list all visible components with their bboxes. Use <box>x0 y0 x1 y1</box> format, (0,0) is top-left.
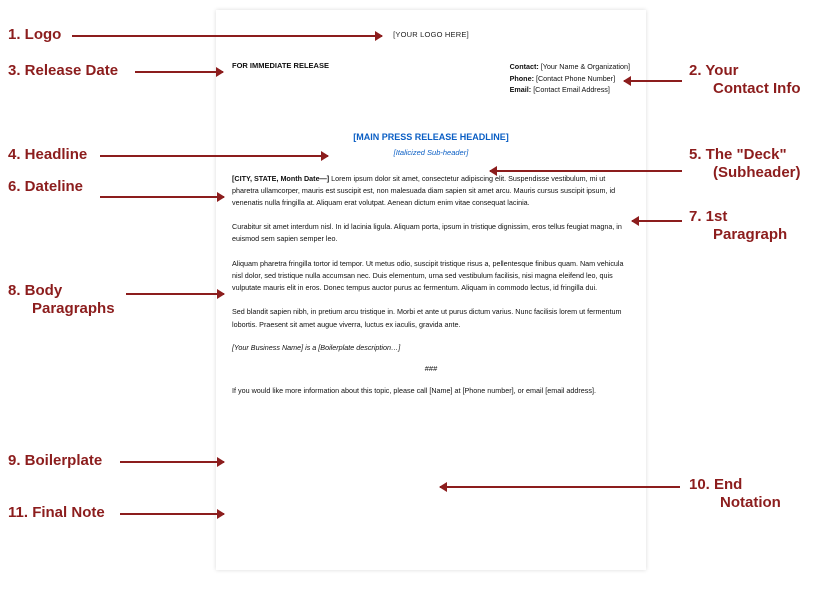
arrow-icon <box>126 293 224 295</box>
annotation-first-para-line2: Paragraph <box>713 226 787 245</box>
arrow-icon <box>624 80 682 82</box>
body-paragraph-4: Sed blandit sapien nibh, in pretium arcu… <box>232 306 630 330</box>
dateline: [CITY, STATE, Month Date—] <box>232 174 329 183</box>
annotation-end-line1: 10. End <box>689 476 742 495</box>
arrow-icon <box>490 170 682 172</box>
email-label: Email: <box>510 85 532 94</box>
boilerplate: [Your Business Name] is a [Boilerplate d… <box>232 343 630 352</box>
phone-value: [Contact Phone Number] <box>536 74 615 83</box>
contact-value: [Your Name & Organization] <box>541 62 630 71</box>
contact-info-block: Contact: [Your Name & Organization] Phon… <box>510 61 630 96</box>
annotation-body-line2: Paragraphs <box>32 300 115 319</box>
end-notation: ### <box>232 364 630 373</box>
annotation-contact-line2: Contact Info <box>713 80 801 99</box>
annotation-end-line2: Notation <box>720 494 781 513</box>
arrow-icon <box>135 71 223 73</box>
contact-label: Contact: <box>510 62 539 71</box>
headline: [MAIN PRESS RELEASE HEADLINE] <box>232 132 630 142</box>
first-paragraph: [CITY, STATE, Month Date—] Lorem ipsum d… <box>232 173 630 210</box>
arrow-icon <box>100 196 224 198</box>
arrow-icon <box>72 35 382 37</box>
contact-line: Contact: [Your Name & Organization] <box>510 61 630 73</box>
arrow-icon <box>120 513 224 515</box>
final-note: If you would like more information about… <box>232 385 630 397</box>
arrow-icon <box>440 486 680 488</box>
annotation-release-date: 3. Release Date <box>8 62 118 81</box>
arrow-icon <box>120 461 224 463</box>
annotation-deck-line1: 5. The "Deck" <box>689 146 787 165</box>
annotation-boilerplate: 9. Boilerplate <box>8 452 102 471</box>
body-paragraph-2: Curabitur sit amet interdum nisl. In id … <box>232 221 630 245</box>
header-row: FOR IMMEDIATE RELEASE Contact: [Your Nam… <box>232 61 630 96</box>
annotation-contact-line1: 2. Your <box>689 62 738 81</box>
arrow-icon <box>632 220 682 222</box>
phone-line: Phone: [Contact Phone Number] <box>510 73 630 85</box>
phone-label: Phone: <box>510 74 534 83</box>
annotation-body-line1: 8. Body <box>8 282 62 301</box>
annotation-logo: 1. Logo <box>8 26 61 45</box>
body-paragraph-3: Aliquam pharetra fringilla tortor id tem… <box>232 258 630 295</box>
annotation-dateline: 6. Dateline <box>8 178 83 197</box>
email-value: [Contact Email Address] <box>533 85 610 94</box>
email-line: Email: [Contact Email Address] <box>510 84 630 96</box>
annotation-deck-line2: (Subheader) <box>713 164 801 183</box>
annotation-final-note: 11. Final Note <box>8 504 105 523</box>
annotation-headline: 4. Headline <box>8 146 87 165</box>
annotation-first-para-line1: 7. 1st <box>689 208 727 227</box>
release-date-label: FOR IMMEDIATE RELEASE <box>232 61 329 96</box>
arrow-icon <box>100 155 328 157</box>
